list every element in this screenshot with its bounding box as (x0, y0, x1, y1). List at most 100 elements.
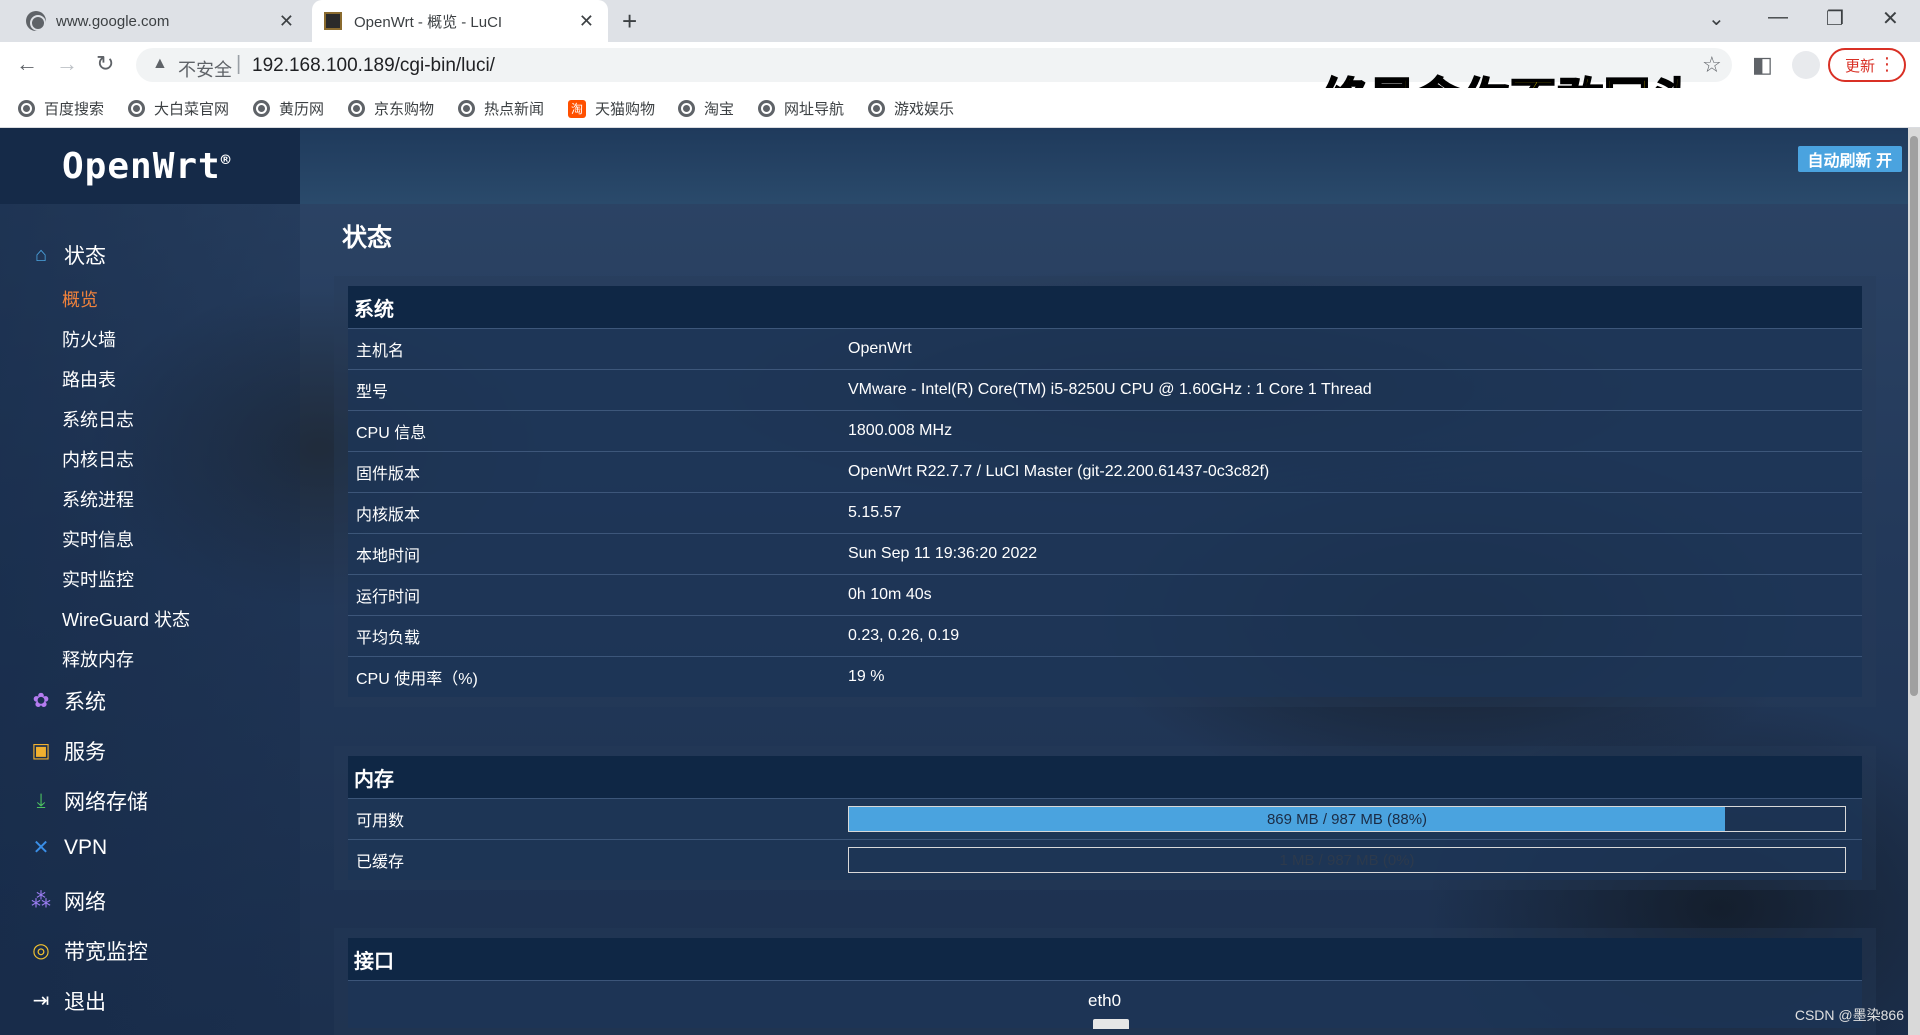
gear-icon: ✿ (32, 690, 50, 712)
tab-search-icon[interactable]: ⌄ (1708, 6, 1725, 31)
tab-openwrt[interactable]: OpenWrt - 概览 - LuCI ✕ (312, 0, 608, 42)
services-icon: ▣ (31, 740, 51, 762)
vpn-icon: ✕ (32, 837, 50, 859)
address-bar-row: ← → ↻ ▲ 不安全 | 192.168.100.189/cgi-bin/lu… (0, 42, 1920, 128)
close-tab-icon[interactable]: ✕ (579, 11, 594, 32)
globe-icon (458, 100, 475, 117)
menu-label: 网络 (64, 891, 106, 914)
bookmark-item[interactable]: 百度搜索 (18, 98, 104, 119)
bookmark-label: 淘宝 (704, 101, 735, 118)
back-icon[interactable]: ← (16, 51, 38, 77)
menu-status[interactable]: ⌂ 状态 (30, 240, 106, 270)
menu-system[interactable]: ✿ 系统 (30, 686, 106, 716)
menu-label: 网络存储 (64, 791, 148, 814)
page-scrollbar[interactable] (1908, 128, 1920, 1035)
side-panel-icon[interactable]: ◧ (1752, 52, 1773, 78)
restore-button[interactable]: ❐ (1826, 6, 1844, 31)
bookmark-label: 网址导航 (784, 101, 845, 118)
openwrt-page: OpenWrt® 自动刷新 开 ⌂ 状态 概览 防火墙 路由表 系统日志 内核日… (0, 128, 1920, 1035)
tab-google[interactable]: www.google.com ✕ (0, 0, 308, 42)
menu-storage[interactable]: ⤓ 网络存储 (30, 786, 148, 816)
globe-icon (348, 100, 365, 117)
bookmark-item[interactable]: 黄历网 (253, 98, 324, 119)
interface-row: eth0 (348, 980, 1862, 1029)
globe-icon (868, 100, 885, 117)
bookmark-item[interactable]: 淘宝 (678, 98, 734, 119)
bookmark-label: 黄历网 (279, 101, 325, 118)
submenu-system-log[interactable]: 系统日志 (62, 406, 134, 432)
table-row: 平均负载 0.23, 0.26, 0.19 (348, 615, 1862, 656)
window-close-button[interactable]: ✕ (1882, 6, 1899, 31)
memory-cached-bar: 1 MB / 987 MB (0%) (848, 847, 1846, 873)
menu-label: 服务 (64, 741, 106, 764)
table-row: 已缓存 1 MB / 987 MB (0%) (348, 839, 1862, 880)
table-row: CPU 使用率（%) 19 % (348, 656, 1862, 697)
submenu-kernel-log[interactable]: 内核日志 (62, 446, 134, 472)
bookmark-item[interactable]: 热点新闻 (458, 98, 544, 119)
submenu-free-memory[interactable]: 释放内存 (62, 646, 134, 672)
globe-icon (26, 11, 46, 31)
memory-available-bar: 869 MB / 987 MB (88%) (848, 806, 1846, 832)
update-button[interactable]: 更新 ⋮ (1828, 48, 1906, 82)
bookmark-item[interactable]: 大白菜官网 (128, 98, 229, 119)
menu-bandwidth[interactable]: ◎ 带宽监控 (30, 936, 148, 966)
submenu-processes[interactable]: 系统进程 (62, 486, 134, 512)
table-row: 运行时间 0h 10m 40s (348, 574, 1862, 615)
menu-vpn[interactable]: ✕ VPN (30, 836, 108, 860)
globe-icon (758, 100, 775, 117)
bookmark-label: 百度搜索 (44, 101, 105, 118)
url-text[interactable]: 192.168.100.189/cgi-bin/luci/ (252, 55, 495, 77)
new-tab-button[interactable]: + (622, 6, 637, 37)
table-row: CPU 信息 1800.008 MHz (348, 410, 1862, 451)
reload-icon[interactable]: ↻ (96, 51, 114, 77)
menu-label: 带宽监控 (64, 941, 148, 964)
taobao-icon: 淘 (568, 99, 586, 118)
submenu-wireguard[interactable]: WireGuard 状态 (62, 606, 190, 632)
bookmark-item[interactable]: 网址导航 (758, 98, 844, 119)
submenu-routes[interactable]: 路由表 (62, 366, 116, 392)
menu-label: 退出 (64, 991, 106, 1014)
submenu-overview[interactable]: 概览 (62, 286, 98, 312)
scrollbar-thumb[interactable] (1910, 136, 1918, 696)
home-icon: ⌂ (34, 244, 48, 266)
close-tab-icon[interactable]: ✕ (279, 11, 294, 32)
browser-tab-bar: www.google.com ✕ OpenWrt - 概览 - LuCI ✕ +… (0, 0, 1920, 42)
page-title: 状态 (342, 224, 393, 252)
menu-label: 状态 (64, 245, 106, 268)
storage-icon: ⤓ (36, 790, 46, 812)
warning-icon: ▲ (152, 55, 168, 72)
brand-bar: OpenWrt® (0, 128, 300, 204)
table-row: 内核版本 5.15.57 (348, 492, 1862, 533)
system-panel: 系统 主机名 OpenWrt 型号 VMware - Intel(R) Core(T… (334, 276, 1876, 707)
interfaces-panel: 接口 eth0 (334, 928, 1876, 1035)
update-label: 更新 (1844, 57, 1875, 75)
openwrt-logo[interactable]: OpenWrt® (62, 146, 231, 187)
bookmark-item[interactable]: 京东购物 (348, 98, 434, 119)
memory-panel: 内存 可用数 869 MB / 987 MB (88%) 已缓存 1 MB / … (334, 746, 1876, 890)
globe-icon (18, 100, 35, 117)
profile-avatar[interactable] (1792, 51, 1820, 79)
bookmark-star-icon[interactable]: ☆ (1702, 52, 1722, 78)
bookmark-item[interactable]: 淘天猫购物 (568, 98, 655, 119)
table-row: 主机名 OpenWrt (348, 328, 1862, 369)
panel-heading: 接口 (348, 938, 1862, 980)
forward-icon[interactable]: → (56, 51, 78, 77)
submenu-realtime-info[interactable]: 实时信息 (62, 526, 134, 552)
submenu-realtime-monitor[interactable]: 实时监控 (62, 566, 134, 592)
auto-refresh-button[interactable]: 自动刷新 开 (1797, 146, 1902, 172)
menu-logout[interactable]: ⇥ 退出 (30, 986, 106, 1016)
menu-network[interactable]: ⁂ 网络 (30, 886, 106, 916)
divider: | (236, 53, 242, 75)
menu-label: 系统 (64, 691, 106, 714)
bookmark-item[interactable]: 游戏娱乐 (868, 98, 954, 119)
globe-icon (253, 100, 270, 117)
interface-name: eth0 (1088, 991, 1122, 1010)
table-row: 本地时间 Sun Sep 11 19:36:20 2022 (348, 533, 1862, 574)
ethernet-port-icon (1093, 1019, 1129, 1029)
table-row: 型号 VMware - Intel(R) Core(TM) i5-8250U CP… (348, 369, 1862, 410)
panel-heading: 系统 (348, 286, 1862, 328)
network-icon: ⁂ (31, 890, 51, 912)
submenu-firewall[interactable]: 防火墙 (62, 326, 116, 352)
minimize-button[interactable]: — (1768, 6, 1788, 29)
menu-services[interactable]: ▣ 服务 (30, 736, 106, 766)
